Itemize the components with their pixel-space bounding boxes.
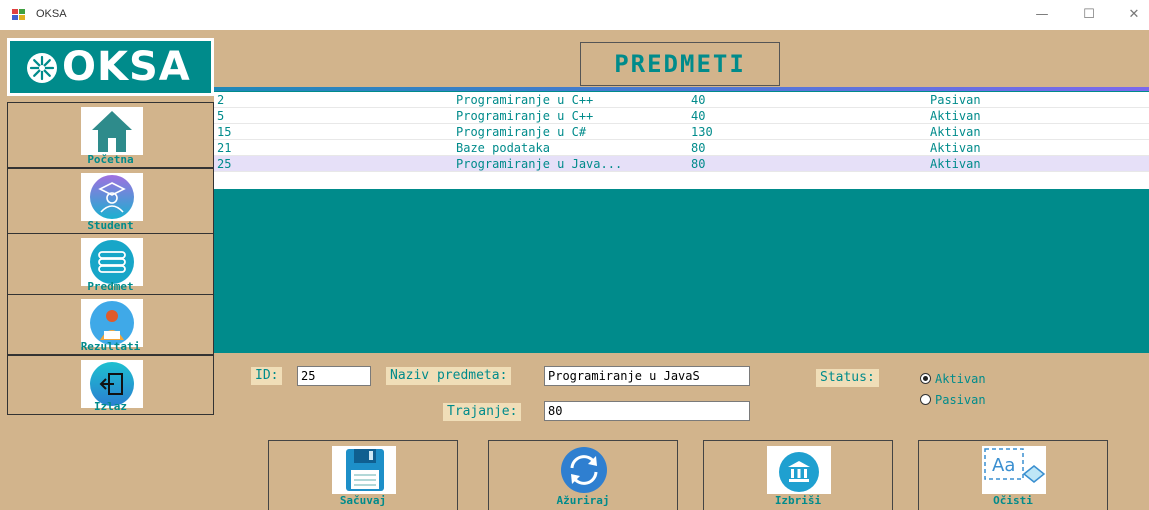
- clear-formatting-icon: Aa: [982, 446, 1046, 494]
- books-icon: [81, 238, 143, 286]
- nav-home-label: Početna: [87, 153, 134, 166]
- id-field[interactable]: 25: [297, 366, 371, 386]
- status-label: Status:: [816, 369, 879, 387]
- logo-text: OKSA: [62, 44, 191, 90]
- window-title: OKSA: [36, 8, 67, 20]
- status-active-radio[interactable]: Aktivan: [920, 372, 986, 386]
- nav-student-button[interactable]: Student: [7, 168, 214, 234]
- cell-status: Aktivan: [930, 141, 981, 155]
- duration-label: Trajanje:: [443, 403, 522, 421]
- subject-name-label: Naziv predmeta:: [386, 367, 512, 385]
- refresh-icon: [552, 446, 616, 494]
- delete-button[interactable]: Izbriši: [703, 440, 893, 510]
- student-icon: [81, 173, 143, 221]
- nav-subject-label: Predmet: [87, 280, 134, 293]
- cell-id: 15: [217, 125, 232, 139]
- nav-subject-button[interactable]: Predmet: [7, 233, 214, 295]
- cell-duration: 80: [691, 157, 706, 171]
- nav-results-label: Rezultati: [80, 340, 141, 353]
- status-passive-radio[interactable]: Pasivan: [920, 393, 986, 407]
- svg-text:Aa: Aa: [992, 455, 1015, 476]
- cell-name: Programiranje u C#: [456, 125, 587, 139]
- save-button[interactable]: Sačuvaj: [268, 440, 458, 510]
- minimize-button[interactable]: —: [1027, 4, 1057, 26]
- floppy-disk-icon: [332, 446, 396, 494]
- radio-selected-icon: [920, 373, 931, 384]
- logo: OKSA: [7, 38, 214, 96]
- cell-name: Programiranje u Java...: [456, 157, 623, 171]
- cell-id: 2: [217, 93, 225, 107]
- update-button[interactable]: Ažuriraj: [488, 440, 678, 510]
- cell-name: Programiranje u C++: [456, 93, 594, 107]
- cell-name: Programiranje u C++: [456, 109, 594, 123]
- nav-exit-label: Izlaz: [93, 400, 128, 413]
- cell-duration: 80: [691, 141, 706, 155]
- cell-status: Pasivan: [930, 93, 981, 107]
- star-logo-icon: [27, 53, 57, 83]
- cell-id: 25: [217, 157, 232, 171]
- cell-duration: 130: [691, 125, 713, 139]
- cell-id: 5: [217, 109, 225, 123]
- cell-name: Baze podataka: [456, 141, 550, 155]
- app-icon: [12, 9, 26, 21]
- grid-header-strip: [214, 87, 1149, 91]
- table-row[interactable]: 15 Programiranje u C# 130 Aktivan: [214, 124, 1149, 140]
- subjects-grid[interactable]: 2 Programiranje u C++ 40 Pasivan 5 Progr…: [214, 87, 1149, 353]
- cell-status: Aktivan: [930, 125, 981, 139]
- status-active-label: Aktivan: [935, 372, 986, 386]
- save-label: Sačuvaj: [339, 494, 387, 507]
- nav-results-button[interactable]: Rezultati: [7, 294, 214, 355]
- duration-field[interactable]: 80: [544, 401, 750, 421]
- table-row-selected[interactable]: 25 Programiranje u Java... 80 Aktivan: [214, 156, 1149, 172]
- cell-duration: 40: [691, 93, 706, 107]
- table-row[interactable]: 5 Programiranje u C++ 40 Aktivan: [214, 108, 1149, 124]
- cell-status: Aktivan: [930, 109, 981, 123]
- update-label: Ažuriraj: [556, 494, 610, 507]
- nav-student-label: Student: [87, 219, 134, 232]
- close-button[interactable]: ✕: [1119, 4, 1149, 26]
- status-passive-label: Pasivan: [935, 393, 986, 407]
- clear-button[interactable]: Aa Očisti: [918, 440, 1108, 510]
- table-row[interactable]: 2 Programiranje u C++ 40 Pasivan: [214, 92, 1149, 108]
- clear-label: Očisti: [993, 494, 1033, 507]
- main-window: OKSA PREDMETI Početna Student Predmet Re…: [0, 30, 1149, 510]
- title-bar: OKSA — ☐ ✕: [0, 0, 1149, 30]
- page-title: PREDMETI: [580, 42, 780, 86]
- radio-empty-icon: [920, 394, 931, 405]
- table-row[interactable]: 21 Baze podataka 80 Aktivan: [214, 140, 1149, 156]
- maximize-button[interactable]: ☐: [1074, 4, 1104, 26]
- bank-icon: [767, 446, 831, 494]
- delete-label: Izbriši: [774, 494, 822, 507]
- id-label: ID:: [251, 367, 283, 385]
- subject-name-field[interactable]: Programiranje u JavaS: [544, 366, 750, 386]
- cell-id: 21: [217, 141, 232, 155]
- home-icon: [81, 107, 143, 155]
- nav-exit-button[interactable]: Izlaz: [7, 355, 214, 415]
- cell-status: Aktivan: [930, 157, 981, 171]
- cell-duration: 40: [691, 109, 706, 123]
- grid-rows: 2 Programiranje u C++ 40 Pasivan 5 Progr…: [214, 92, 1149, 189]
- nav-home-button[interactable]: Početna: [7, 102, 214, 168]
